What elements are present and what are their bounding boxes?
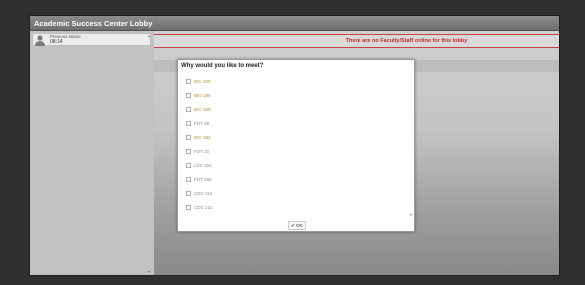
window-title: Academic Success Center Lobby — [30, 16, 559, 31]
checkbox[interactable] — [186, 163, 191, 168]
user-sidebar: Previous Name 08:14 ▴ ▾ — [30, 31, 155, 275]
sidebar-scroll-up-icon[interactable]: ▴ — [148, 33, 150, 38]
checkbox[interactable] — [186, 177, 191, 182]
reason-option-label: FOT 49 — [194, 121, 210, 126]
checkbox[interactable] — [186, 93, 191, 98]
checkbox[interactable] — [186, 135, 191, 140]
reason-option-label: BIO 180 — [194, 93, 211, 98]
ok-button[interactable]: ✔ OK — [288, 221, 306, 230]
checkbox[interactable] — [186, 149, 191, 154]
reason-option-label: CDC 121 — [194, 205, 213, 210]
user-time: 08:14 — [50, 39, 63, 45]
reason-option-label: CDC 110 — [194, 191, 213, 196]
meeting-reason-dialog: Why would you like to meet? DIC 100 BIO … — [177, 59, 415, 232]
reason-option-label: DIC 100 — [194, 79, 211, 84]
sidebar-scroll-down-icon[interactable]: ▾ — [148, 269, 150, 274]
dialog-title: Why would you like to meet? — [181, 63, 264, 69]
reason-option-label: FOT 20 — [194, 149, 210, 154]
dialog-scroll-icon[interactable]: ▾ — [410, 212, 412, 217]
reason-option-label: DIC 160 — [194, 107, 211, 112]
user-card[interactable]: Previous Name 08:14 — [32, 33, 151, 46]
status-banner: There are no Faculty/Staff online for th… — [154, 34, 559, 48]
reason-option-label: DIC 183 — [194, 135, 211, 140]
reason-option-label: FOT 205 — [194, 177, 212, 182]
checkbox[interactable] — [186, 205, 191, 210]
checkbox[interactable] — [186, 107, 191, 112]
checkbox[interactable] — [186, 79, 191, 84]
reason-option-label: LDC 201 — [194, 163, 212, 168]
checkbox[interactable] — [186, 191, 191, 196]
checkbox[interactable] — [186, 121, 191, 126]
avatar-icon — [35, 35, 45, 46]
